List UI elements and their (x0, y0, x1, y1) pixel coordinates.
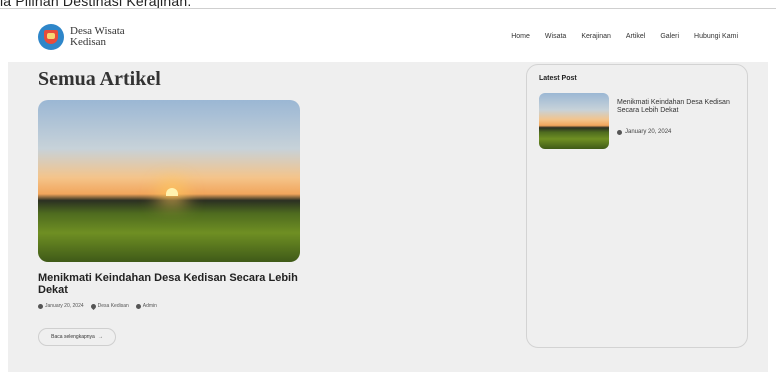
nav-home[interactable]: Home (511, 33, 530, 40)
location-pin-icon (89, 302, 97, 310)
latest-post-date-text: January 20, 2024 (625, 129, 672, 135)
article-meta: January 20, 2024 Desa Kedisan Admin (38, 302, 157, 310)
navbar: Desa Wisata Kedisan Home Wisata Kerajina… (8, 10, 768, 62)
nav-kerajinan[interactable]: Kerajinan (581, 33, 611, 40)
clock-icon (38, 303, 43, 309)
nav-galeri[interactable]: Galeri (660, 33, 679, 40)
clock-icon (617, 129, 622, 135)
nav-wisata[interactable]: Wisata (545, 33, 566, 40)
read-more-label: Baca selengkapnya (51, 334, 95, 340)
article-date-text: January 20, 2024 (45, 303, 84, 309)
read-more-button[interactable]: Baca selengkapnya → (38, 328, 116, 346)
brand-line-2: Kedisan (70, 36, 107, 48)
main-content: Semua Artikel Menikmati Keindahan Desa K… (8, 62, 768, 372)
brand-name[interactable]: Desa Wisata Kedisan (70, 26, 125, 48)
nav-hubungi-kami[interactable]: Hubungi Kami (694, 33, 738, 40)
top-strip: ia Pilihan Destinasi Kerajinan. (0, 0, 776, 9)
user-icon (135, 303, 141, 309)
article-author: Admin (135, 303, 157, 309)
sidebar-title: Latest Post (539, 75, 577, 82)
article-author-text: Admin (142, 303, 157, 309)
page-title: Semua Artikel (38, 68, 161, 90)
top-strip-divider (0, 8, 776, 9)
article-title[interactable]: Menikmati Keindahan Desa Kedisan Secara … (38, 272, 300, 296)
main-menu: Home Wisata Kerajinan Artikel Galeri Hub… (511, 33, 738, 40)
article-date: January 20, 2024 (38, 303, 84, 309)
article-location: Desa Kedisan (89, 302, 129, 310)
arrow-right-icon: → (97, 334, 103, 340)
latest-post-thumbnail[interactable] (539, 93, 609, 149)
village-logo-icon[interactable] (38, 24, 64, 50)
nav-artikel[interactable]: Artikel (626, 33, 645, 40)
latest-post-date: January 20, 2024 (617, 129, 671, 135)
article-location-text: Desa Kedisan (97, 303, 129, 309)
latest-post-title[interactable]: Menikmati Keindahan Desa Kedisan Secara … (617, 99, 737, 115)
latest-post-sidebar: Latest Post Menikmati Keindahan Desa Ked… (526, 64, 748, 348)
article-image[interactable] (38, 100, 300, 262)
